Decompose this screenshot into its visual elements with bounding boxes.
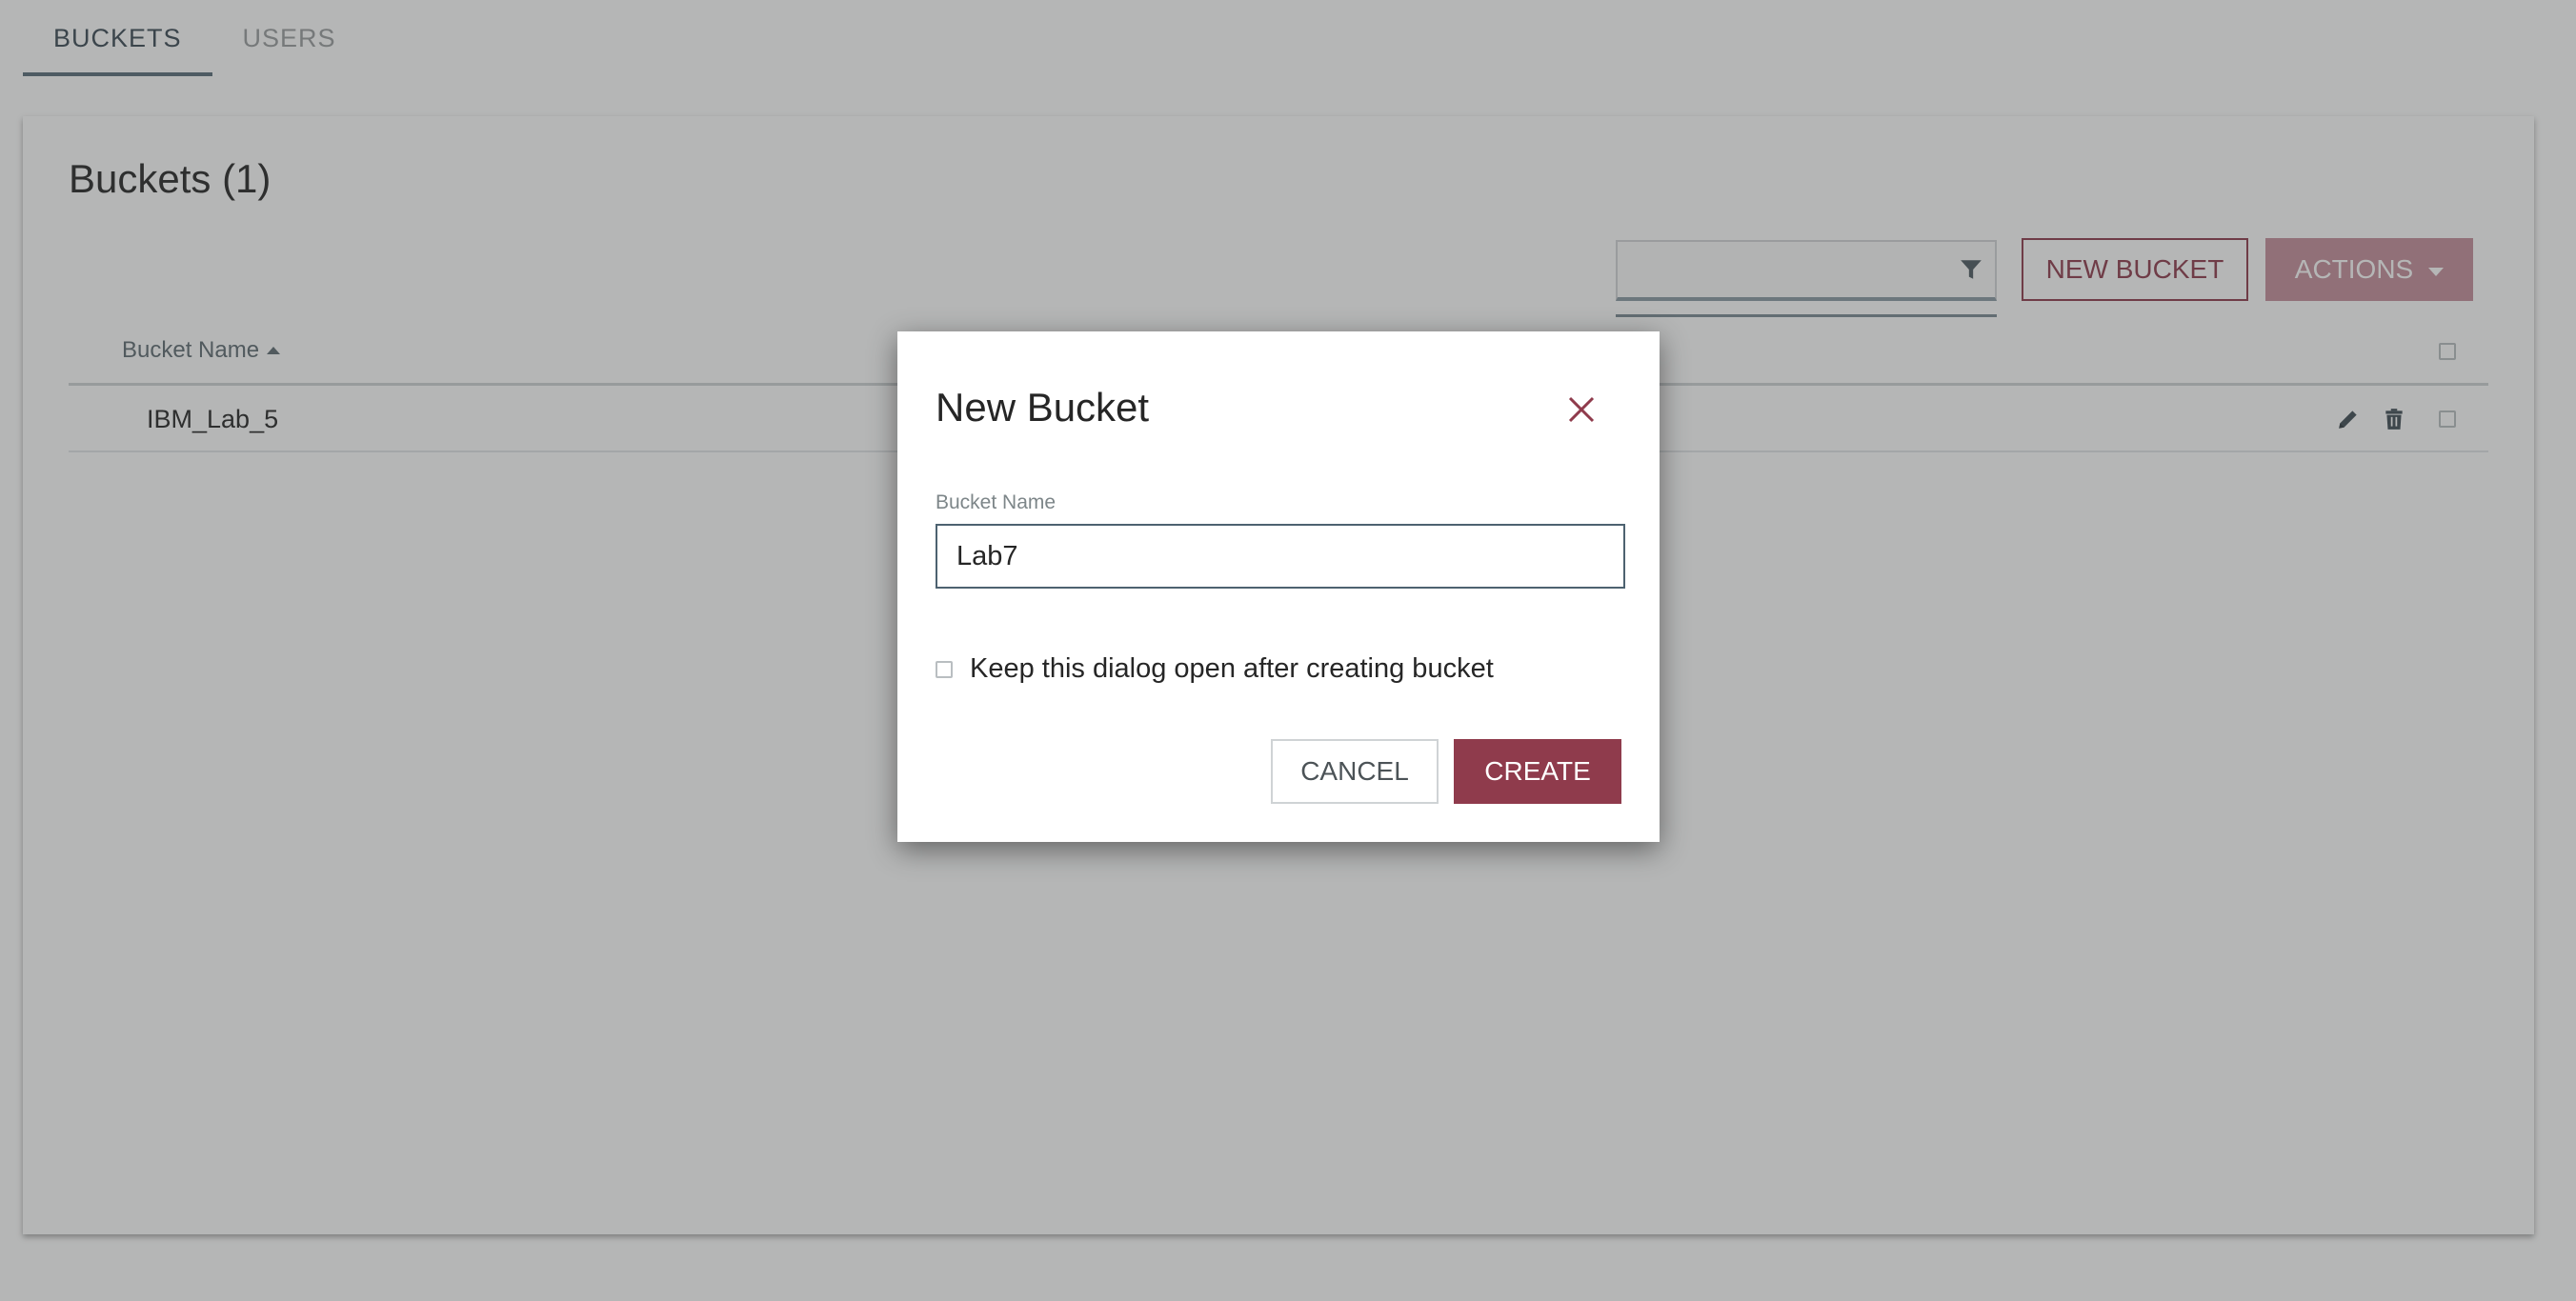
keep-open-label: Keep this dialog open after creating buc…	[970, 653, 1494, 684]
keep-open-option[interactable]: Keep this dialog open after creating buc…	[936, 653, 1494, 685]
bucket-name-label: Bucket Name	[936, 491, 1057, 513]
dialog-title: New Bucket	[936, 385, 1150, 430]
cancel-button[interactable]: CANCEL	[1271, 739, 1439, 804]
create-button[interactable]: CREATE	[1454, 739, 1621, 804]
bucket-name-input[interactable]	[936, 524, 1625, 589]
close-icon[interactable]	[1560, 389, 1602, 430]
keep-open-checkbox[interactable]	[936, 660, 953, 678]
new-bucket-dialog: New Bucket Bucket Name Keep this dialog …	[897, 331, 1660, 842]
